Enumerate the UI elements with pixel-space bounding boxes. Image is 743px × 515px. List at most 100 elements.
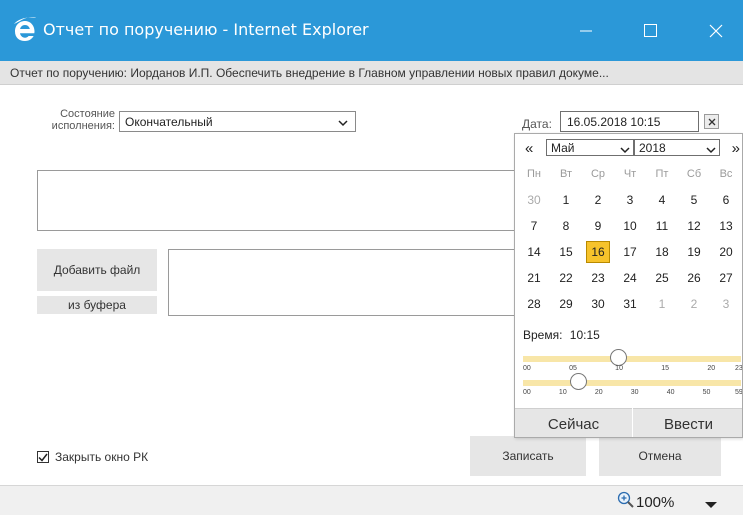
now-button[interactable]: Сейчас <box>515 408 632 437</box>
calendar-day[interactable]: 5 <box>678 187 710 213</box>
calendar-day[interactable]: 17 <box>614 239 646 265</box>
calendar-day-label: 31 <box>623 297 637 311</box>
calendar-day-label: 1 <box>658 297 666 311</box>
from-buffer-button[interactable]: из буфера <box>37 296 157 314</box>
calendar-day-label: 13 <box>719 219 733 233</box>
slider-tick-label: 40 <box>666 389 675 396</box>
chevron-down-icon <box>706 143 716 157</box>
year-select-value: 2018 <box>639 141 666 155</box>
calendar-day[interactable]: 20 <box>710 239 742 265</box>
calendar-day[interactable]: 1 <box>550 187 582 213</box>
calendar-day[interactable]: 25 <box>646 265 678 291</box>
calendar-day-label: 25 <box>655 271 669 285</box>
calendar-day-label: 26 <box>687 271 701 285</box>
calendar-day[interactable]: 18 <box>646 239 678 265</box>
calendar-day[interactable]: 27 <box>710 265 742 291</box>
slider-tick-label: 20 <box>594 389 603 396</box>
state-label: Состояние исполнения: <box>51 108 115 132</box>
time-value: 10:15 <box>569 328 600 342</box>
calendar-day-label: 30 <box>591 297 605 311</box>
calendar-day[interactable]: 23 <box>582 265 614 291</box>
calendar-day[interactable]: 28 <box>518 291 550 317</box>
save-button[interactable]: Записать <box>470 436 586 476</box>
next-month-button[interactable]: » <box>732 140 740 157</box>
calendar-day[interactable]: 3 <box>710 291 742 317</box>
calendar-day-label: 3 <box>626 193 634 207</box>
time-label-text: Время: <box>523 328 563 342</box>
checkmark-icon <box>38 453 48 462</box>
slider-tick-label: 50 <box>702 389 711 396</box>
calendar-day[interactable]: 22 <box>550 265 582 291</box>
maximize-button[interactable] <box>627 0 673 61</box>
close-icon <box>708 118 715 125</box>
calendar-day[interactable]: 3 <box>614 187 646 213</box>
hour-slider-track[interactable] <box>523 356 741 362</box>
status-bar: 100% <box>0 485 743 515</box>
calendar-day-label: 2 <box>690 297 698 311</box>
calendar-day-label: 17 <box>623 245 637 259</box>
close-window-checkbox[interactable] <box>37 451 49 463</box>
calendar-day[interactable]: 29 <box>550 291 582 317</box>
calendar-day-label: 21 <box>527 271 541 285</box>
enter-button[interactable]: Ввести <box>633 408 742 437</box>
calendar-day[interactable]: 30 <box>582 291 614 317</box>
cancel-button[interactable]: Отмена <box>599 436 721 476</box>
calendar-day-label: 18 <box>655 245 669 259</box>
date-input[interactable]: 16.05.2018 10:15 <box>560 111 699 132</box>
maximize-icon <box>643 24 657 37</box>
slider-tick-label: 59 <box>735 389 743 396</box>
calendar-day[interactable]: 26 <box>678 265 710 291</box>
time-label: Время: 10:15 <box>523 328 600 342</box>
year-select[interactable]: 2018 <box>634 139 720 156</box>
close-window-label[interactable]: Закрыть окно РК <box>55 450 148 464</box>
month-select[interactable]: Май <box>546 139 634 156</box>
previous-month-button[interactable]: « <box>525 140 533 157</box>
calendar-day[interactable]: 4 <box>646 187 678 213</box>
calendar-day[interactable]: 9 <box>582 213 614 239</box>
slider-tick-label: 05 <box>569 365 577 372</box>
calendar-day-label: 22 <box>559 271 573 285</box>
calendar-day-label: 12 <box>687 219 701 233</box>
calendar-day[interactable]: 2 <box>678 291 710 317</box>
minimize-icon <box>580 30 592 31</box>
close-window-button[interactable] <box>693 0 739 61</box>
calendar-day[interactable]: 31 <box>614 291 646 317</box>
hour-slider-thumb[interactable] <box>609 349 627 366</box>
calendar-day[interactable]: 1 <box>646 291 678 317</box>
calendar-day[interactable]: 19 <box>678 239 710 265</box>
calendar-day[interactable]: 6 <box>710 187 742 213</box>
zoom-icon[interactable] <box>617 491 635 512</box>
calendar-day[interactable]: 7 <box>518 213 550 239</box>
date-label: Дата: <box>522 117 552 131</box>
zoom-level: 100% <box>636 494 675 511</box>
calendar-day[interactable]: 11 <box>646 213 678 239</box>
report-text-area[interactable] <box>37 170 523 231</box>
state-select[interactable]: Окончательный <box>119 111 356 132</box>
calendar-day[interactable]: 21 <box>518 265 550 291</box>
calendar-day[interactable]: 24 <box>614 265 646 291</box>
file-list[interactable] <box>168 249 523 316</box>
calendar-day[interactable]: 13 <box>710 213 742 239</box>
calendar-day[interactable]: 10 <box>614 213 646 239</box>
date-picker-popup: « Май 2018 » Пн Вт Ср Чт Пт Сб Вс 30 1 2 3 4 5 6 7 8 9 10… <box>514 133 743 438</box>
calendar-day[interactable]: 15 <box>550 239 582 265</box>
weekday-label: Вс <box>719 168 733 180</box>
clear-date-button[interactable] <box>704 114 719 129</box>
calendar-day-selected[interactable]: 16 <box>582 239 614 265</box>
minute-slider-thumb[interactable] <box>570 373 588 390</box>
calendar-day[interactable]: 2 <box>582 187 614 213</box>
calendar-day-label: 5 <box>690 193 698 207</box>
calendar-day-label: 24 <box>623 271 637 285</box>
add-file-button[interactable]: Добавить файл <box>37 249 157 291</box>
minimize-button[interactable] <box>563 0 609 61</box>
calendar-day[interactable]: 12 <box>678 213 710 239</box>
calendar-day-label: 23 <box>591 271 605 285</box>
calendar-day-label: 28 <box>527 297 541 311</box>
weekday-header-row: Пн Вт Ср Чт Пт Сб Вс <box>518 161 742 187</box>
calendar-day-label: 30 <box>527 193 541 207</box>
minute-slider-track[interactable] <box>523 380 741 386</box>
calendar-day[interactable]: 8 <box>550 213 582 239</box>
calendar-day[interactable]: 30 <box>518 187 550 213</box>
calendar-day[interactable]: 14 <box>518 239 550 265</box>
zoom-dropdown-icon[interactable] <box>705 498 717 512</box>
